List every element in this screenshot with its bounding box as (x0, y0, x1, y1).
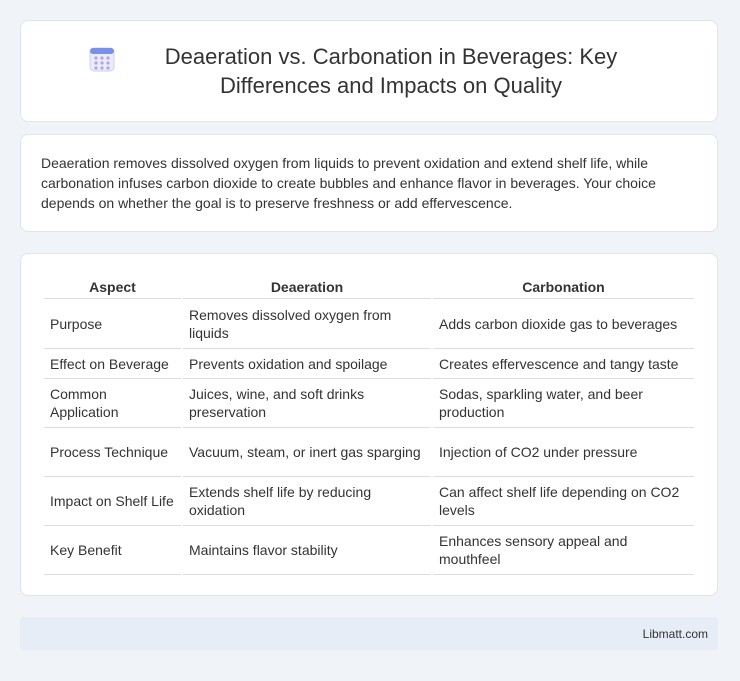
table-header-row: Aspect Deaeration Carbonation (44, 274, 694, 299)
cell-deaeration: Prevents oxidation and spoilage (183, 349, 431, 379)
cell-aspect: Purpose (44, 299, 181, 349)
cell-carbonation: Creates effervescence and tangy taste (433, 349, 694, 379)
cell-carbonation: Injection of CO2 under pressure (433, 428, 694, 477)
cell-aspect: Impact on Shelf Life (44, 477, 181, 526)
table-row: Purpose Removes dissolved oxygen from li… (44, 299, 694, 349)
cell-aspect: Common Application (44, 379, 181, 428)
cell-deaeration: Extends shelf life by reducing oxidation (183, 477, 431, 526)
cell-carbonation: Sodas, sparkling water, and beer product… (433, 379, 694, 428)
header-aspect: Aspect (44, 274, 181, 299)
table-row: Common Application Juices, wine, and sof… (44, 379, 694, 428)
table-row: Impact on Shelf Life Extends shelf life … (44, 477, 694, 526)
cell-carbonation: Enhances sensory appeal and mouthfeel (433, 526, 694, 575)
table-row: Key Benefit Maintains flavor stability E… (44, 526, 694, 575)
cell-deaeration: Vacuum, steam, or inert gas sparging (183, 428, 431, 477)
cell-deaeration: Removes dissolved oxygen from liquids (183, 299, 431, 349)
cell-deaeration: Maintains flavor stability (183, 526, 431, 575)
footer-brand[interactable]: Libmatt.com (643, 627, 708, 641)
title-card: Deaeration vs. Carbonation in Beverages:… (20, 20, 718, 122)
intro-card: Deaeration removes dissolved oxygen from… (20, 134, 718, 232)
title-wrap: Deaeration vs. Carbonation in Beverages:… (89, 42, 649, 100)
intro-text: Deaeration removes dissolved oxygen from… (41, 155, 656, 211)
header-deaeration: Deaeration (183, 274, 431, 299)
table-row: Effect on Beverage Prevents oxidation an… (44, 349, 694, 379)
cell-carbonation: Adds carbon dioxide gas to beverages (433, 299, 694, 349)
cell-aspect: Process Technique (44, 428, 181, 477)
cell-carbonation: Can affect shelf life depending on CO2 l… (433, 477, 694, 526)
header-carbonation: Carbonation (433, 274, 694, 299)
page-title: Deaeration vs. Carbonation in Beverages:… (164, 44, 618, 98)
comparison-card: Aspect Deaeration Carbonation Purpose Re… (20, 253, 718, 596)
cell-deaeration: Juices, wine, and soft drinks preservati… (183, 379, 431, 428)
cell-aspect: Effect on Beverage (44, 349, 181, 379)
cell-aspect: Key Benefit (44, 526, 181, 575)
calendar-icon (89, 47, 115, 72)
footer: Libmatt.com (20, 617, 718, 650)
comparison-table: Aspect Deaeration Carbonation Purpose Re… (42, 274, 696, 575)
table-row: Process Technique Vacuum, steam, or iner… (44, 428, 694, 477)
